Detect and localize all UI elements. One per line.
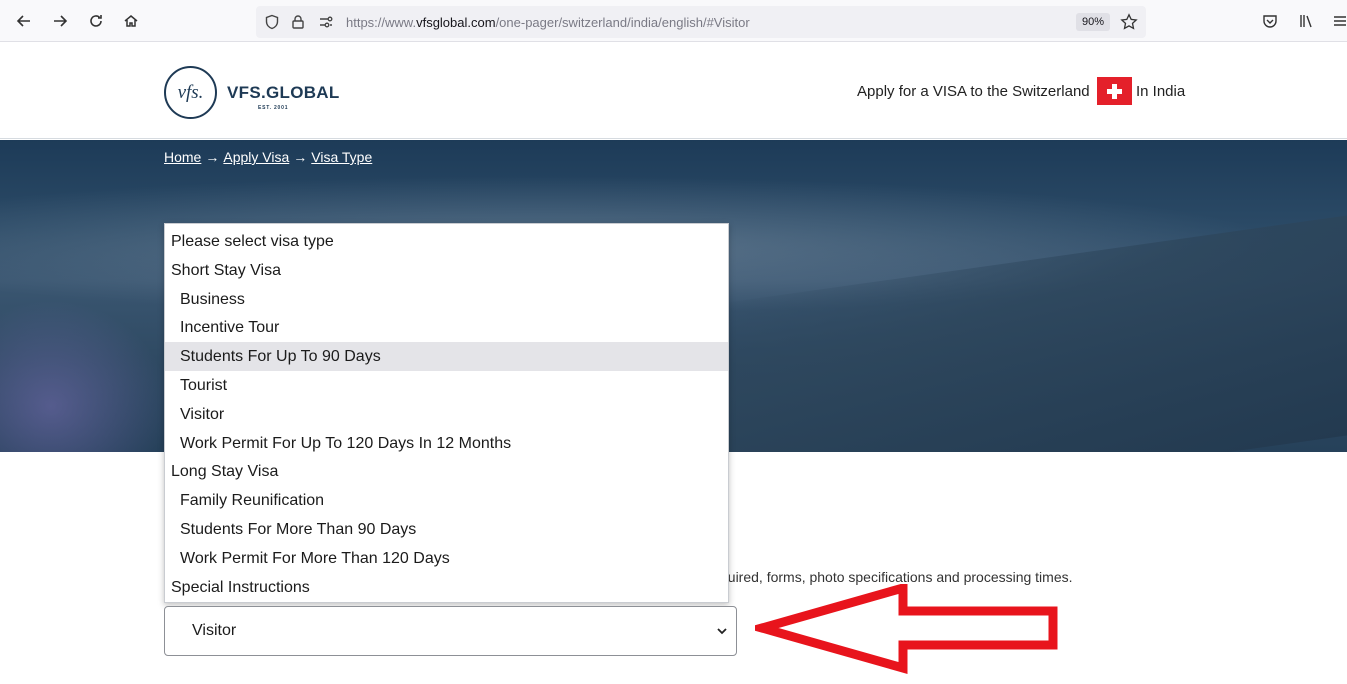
dropdown-option-work-permit-for-more-than-120-days[interactable]: Work Permit For More Than 120 Days bbox=[165, 544, 728, 573]
page-heading: Apply for a VISA to the Switzerland bbox=[857, 83, 1090, 100]
dropdown-option-business[interactable]: Business bbox=[165, 285, 728, 314]
dropdown-option-family-reunification[interactable]: Family Reunification bbox=[165, 486, 728, 515]
breadcrumb-home[interactable]: Home bbox=[164, 149, 201, 165]
menu-icon[interactable] bbox=[1329, 10, 1347, 32]
pocket-icon[interactable] bbox=[1259, 10, 1281, 32]
vfs-logo-text[interactable]: VFS.GLOBAL bbox=[227, 83, 340, 103]
visa-info-description: quired, forms, photo specifications and … bbox=[720, 569, 1073, 585]
dropdown-group-short-stay-visa[interactable]: Short Stay Visa bbox=[165, 256, 728, 285]
shield-icon[interactable] bbox=[262, 12, 282, 32]
dropdown-option-visitor[interactable]: Visitor bbox=[165, 400, 728, 429]
reload-icon[interactable] bbox=[85, 10, 107, 32]
breadcrumb-visa-type[interactable]: Visa Type bbox=[311, 149, 372, 165]
back-arrow-icon[interactable] bbox=[13, 10, 35, 32]
hero-flowers bbox=[0, 300, 170, 452]
dropdown-option-students-for-more-than-90-days[interactable]: Students For More Than 90 Days bbox=[165, 515, 728, 544]
breadcrumb-apply-visa[interactable]: Apply Visa bbox=[223, 149, 289, 165]
browser-toolbar: https://www.vfsglobal.com/one-pager/swit… bbox=[0, 0, 1347, 42]
dropdown-option-students-for-up-to-90-days[interactable]: Students For Up To 90 Days bbox=[165, 342, 728, 372]
swiss-flag-icon bbox=[1097, 77, 1132, 105]
dropdown-group-special-instructions[interactable]: Special Instructions bbox=[165, 573, 728, 602]
dropdown-group-long-stay-visa[interactable]: Long Stay Visa bbox=[165, 457, 728, 486]
dropdown-option-incentive-tour[interactable]: Incentive Tour bbox=[165, 313, 728, 342]
red-annotation-arrow bbox=[755, 584, 1058, 674]
dropdown-option-work-permit-for-up-to-120-days-in-12-months[interactable]: Work Permit For Up To 120 Days In 12 Mon… bbox=[165, 429, 728, 458]
visa-type-selected-value: Visitor bbox=[192, 622, 237, 639]
forward-arrow-icon[interactable] bbox=[49, 10, 71, 32]
breadcrumb: Home → Apply Visa → Visa Type bbox=[164, 149, 372, 165]
permissions-icon[interactable] bbox=[316, 12, 336, 32]
visa-type-dropdown-list[interactable]: Please select visa type Short Stay Visa Bu… bbox=[164, 223, 729, 603]
home-icon[interactable] bbox=[120, 10, 142, 32]
zoom-level-badge[interactable]: 90% bbox=[1076, 13, 1111, 31]
vfs-logo-mark[interactable]: vfs. bbox=[164, 66, 217, 119]
site-header: vfs. VFS.GLOBAL EST. 2001 Apply for a VI… bbox=[0, 43, 1347, 139]
url-text[interactable]: https://www.vfsglobal.com/one-pager/swit… bbox=[346, 15, 750, 30]
library-icon[interactable] bbox=[1295, 10, 1317, 32]
chevron-down-icon bbox=[717, 628, 727, 635]
dropdown-option-tourist[interactable]: Tourist bbox=[165, 371, 728, 400]
visa-type-select[interactable]: Visitor bbox=[164, 606, 737, 656]
logo-established: EST. 2001 bbox=[258, 105, 289, 111]
dropdown-group-please-select-visa-type[interactable]: Please select visa type bbox=[165, 227, 728, 256]
address-bar[interactable]: https://www.vfsglobal.com/one-pager/swit… bbox=[256, 6, 1146, 38]
bookmark-star-icon[interactable] bbox=[1119, 12, 1139, 32]
lock-icon[interactable] bbox=[288, 12, 308, 32]
breadcrumb-separator: → bbox=[293, 149, 308, 165]
breadcrumb-separator: → bbox=[205, 149, 220, 165]
country-label: In India bbox=[1136, 83, 1186, 100]
